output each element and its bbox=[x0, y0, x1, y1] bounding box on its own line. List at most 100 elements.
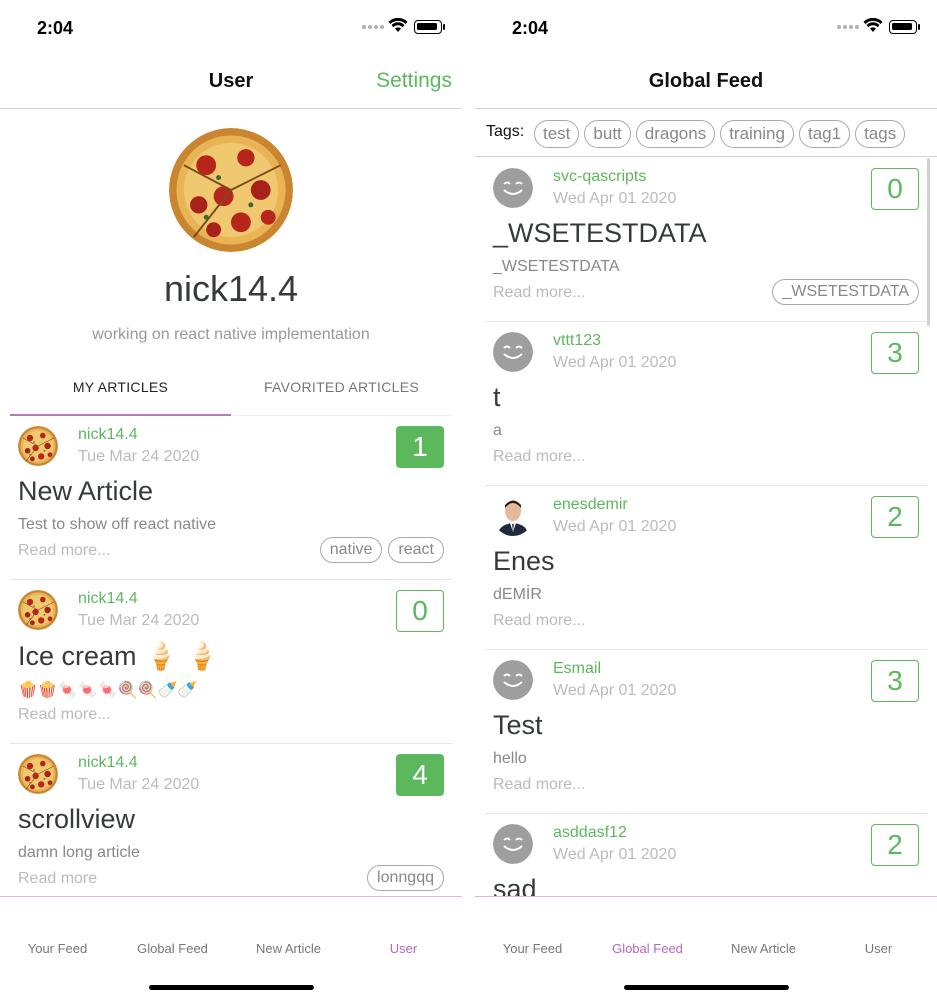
author-avatar[interactable] bbox=[18, 426, 58, 466]
author-avatar[interactable] bbox=[18, 754, 58, 794]
article-description: Test to show off react native bbox=[18, 516, 217, 533]
smiley-avatar-icon[interactable] bbox=[493, 824, 533, 864]
read-more-link[interactable]: Read more... bbox=[493, 284, 585, 302]
article-date: Wed Apr 01 2020 bbox=[553, 846, 677, 863]
author-name[interactable]: nick14.4 bbox=[78, 426, 138, 444]
status-bar: 2:04 bbox=[475, 0, 937, 56]
read-more-link[interactable]: Read more... bbox=[18, 706, 110, 724]
article-title[interactable]: Test bbox=[493, 710, 543, 741]
smiley-avatar-icon[interactable] bbox=[493, 660, 533, 700]
author-name[interactable]: Esmail bbox=[553, 660, 601, 678]
status-bar: 2:04 bbox=[0, 0, 462, 56]
profile-username: nick14.4 bbox=[163, 268, 299, 309]
article-title[interactable]: t bbox=[493, 382, 501, 413]
article-title[interactable]: New Article bbox=[18, 476, 153, 507]
tag-filter-tags[interactable]: tags bbox=[855, 120, 906, 148]
bottom-tab-bar: Your Feed Global Feed New Article User bbox=[475, 896, 937, 1000]
my-articles-list[interactable]: nick14.4 Tue Mar 24 2020 1 New Article T… bbox=[0, 416, 462, 896]
tab-your-feed[interactable]: Your Feed bbox=[475, 941, 590, 956]
article-preview[interactable]: Esmail Wed Apr 01 2020 3 Test hello Read… bbox=[485, 650, 927, 814]
read-more-link[interactable]: Read more bbox=[18, 870, 97, 888]
article-preview[interactable]: asddasf12 Wed Apr 01 2020 2 sad bbox=[485, 814, 927, 896]
article-title[interactable]: sad bbox=[493, 874, 537, 896]
article-preview[interactable]: nick14.4 Tue Mar 24 2020 0 Ice cream 🍦 🍦… bbox=[10, 580, 452, 744]
read-more-link[interactable]: Read more... bbox=[18, 542, 110, 560]
author-name[interactable]: svc-qascripts bbox=[553, 168, 646, 186]
tab-my-articles[interactable]: MY ARTICLES bbox=[10, 370, 231, 416]
favorite-count-button[interactable]: 1 bbox=[396, 426, 444, 468]
tag-pill[interactable]: lonngqq bbox=[367, 865, 444, 891]
tags-label: Tags: bbox=[486, 123, 525, 140]
tab-favorited-articles[interactable]: FAVORITED ARTICLES bbox=[231, 370, 452, 416]
author-name[interactable]: nick14.4 bbox=[78, 590, 138, 608]
article-preview[interactable]: enesdemir Wed Apr 01 2020 2 Enes dEMİR R… bbox=[485, 486, 927, 650]
tab-your-feed[interactable]: Your Feed bbox=[0, 941, 115, 956]
favorite-count-button[interactable]: 3 bbox=[871, 332, 919, 374]
read-more-link[interactable]: Read more... bbox=[493, 448, 585, 466]
home-indicator[interactable] bbox=[624, 985, 789, 990]
tag-filter-test[interactable]: test bbox=[534, 120, 580, 148]
smiley-avatar-icon[interactable] bbox=[493, 332, 533, 372]
tab-global-feed[interactable]: Global Feed bbox=[115, 941, 230, 956]
article-preview[interactable]: svc-qascripts Wed Apr 01 2020 0 _WSETEST… bbox=[485, 158, 927, 322]
tab-user[interactable]: User bbox=[346, 941, 461, 956]
favorite-count-button[interactable]: 4 bbox=[396, 754, 444, 796]
home-indicator[interactable] bbox=[149, 985, 314, 990]
author-avatar[interactable] bbox=[18, 590, 58, 630]
author-name[interactable]: vttt123 bbox=[553, 332, 601, 350]
article-date: Wed Apr 01 2020 bbox=[553, 518, 677, 535]
wifi-icon bbox=[863, 17, 883, 33]
favorite-count-button[interactable]: 2 bbox=[871, 824, 919, 866]
article-preview[interactable]: nick14.4 Tue Mar 24 2020 1 New Article T… bbox=[10, 416, 452, 580]
article-preview[interactable]: vttt123 Wed Apr 01 2020 3 t a Read more.… bbox=[485, 322, 927, 486]
tag-filter-dragons[interactable]: dragons bbox=[635, 120, 716, 148]
person-avatar-icon[interactable] bbox=[493, 496, 533, 536]
scroll-indicator bbox=[927, 158, 930, 326]
article-tags: _WSETESTDATA bbox=[772, 279, 919, 305]
article-title[interactable]: Ice cream 🍦 🍦 bbox=[18, 640, 219, 672]
tag-filter-tag1[interactable]: tag1 bbox=[798, 120, 851, 148]
status-time: 2:04 bbox=[512, 18, 549, 38]
tags-row: test butt dragons training tag1 tags bbox=[534, 120, 906, 148]
article-description: a bbox=[493, 422, 502, 439]
article-title[interactable]: _WSETESTDATA bbox=[493, 218, 707, 249]
tab-global-feed[interactable]: Global Feed bbox=[590, 941, 705, 956]
article-title[interactable]: scrollview bbox=[18, 804, 135, 835]
author-name[interactable]: asddasf12 bbox=[553, 824, 627, 842]
article-preview[interactable]: nick14.4 Tue Mar 24 2020 4 scrollview da… bbox=[10, 744, 452, 896]
tag-pill[interactable]: react bbox=[388, 537, 444, 563]
popular-tags-bar[interactable]: Tags: test butt dragons training tag1 ta… bbox=[475, 109, 937, 157]
page-title: Global Feed bbox=[648, 70, 764, 92]
tag-pill[interactable]: _WSETESTDATA bbox=[772, 279, 919, 305]
article-date: Tue Mar 24 2020 bbox=[78, 448, 200, 465]
tab-new-article[interactable]: New Article bbox=[231, 941, 346, 956]
favorite-count-button[interactable]: 2 bbox=[871, 496, 919, 538]
article-tags: native react bbox=[319, 537, 444, 563]
article-tags: lonngqq bbox=[367, 865, 444, 891]
favorite-count-button[interactable]: 0 bbox=[871, 168, 919, 210]
read-more-link[interactable]: Read more... bbox=[493, 612, 585, 630]
nav-bar: User Settings bbox=[0, 56, 462, 109]
favorite-count-button[interactable]: 3 bbox=[871, 660, 919, 702]
article-date: Tue Mar 24 2020 bbox=[78, 776, 200, 793]
article-title[interactable]: Enes bbox=[493, 546, 555, 577]
global-feed-screen: 2:04 Global Feed Tags: test butt dragons… bbox=[475, 0, 937, 1000]
tag-pill[interactable]: native bbox=[319, 537, 383, 563]
tag-filter-training[interactable]: training bbox=[720, 120, 794, 148]
wifi-icon bbox=[388, 17, 408, 33]
signal-dots-icon bbox=[362, 23, 384, 31]
status-time: 2:04 bbox=[37, 18, 74, 38]
tab-user[interactable]: User bbox=[821, 941, 936, 956]
author-name[interactable]: enesdemir bbox=[553, 496, 628, 514]
favorite-count-button[interactable]: 0 bbox=[396, 590, 444, 632]
article-date: Wed Apr 01 2020 bbox=[553, 354, 677, 371]
article-description: 🍿🍿🍬🍬🍬🍭🍭🍼🍼 bbox=[18, 682, 198, 699]
smiley-avatar-icon[interactable] bbox=[493, 168, 533, 208]
tab-new-article[interactable]: New Article bbox=[706, 941, 821, 956]
read-more-link[interactable]: Read more... bbox=[493, 776, 585, 794]
author-name[interactable]: nick14.4 bbox=[78, 754, 138, 772]
global-articles-list[interactable]: svc-qascripts Wed Apr 01 2020 0 _WSETEST… bbox=[475, 158, 937, 896]
tag-filter-butt[interactable]: butt bbox=[584, 120, 631, 148]
settings-button[interactable]: Settings bbox=[376, 69, 452, 93]
signal-dots-icon bbox=[837, 23, 859, 31]
